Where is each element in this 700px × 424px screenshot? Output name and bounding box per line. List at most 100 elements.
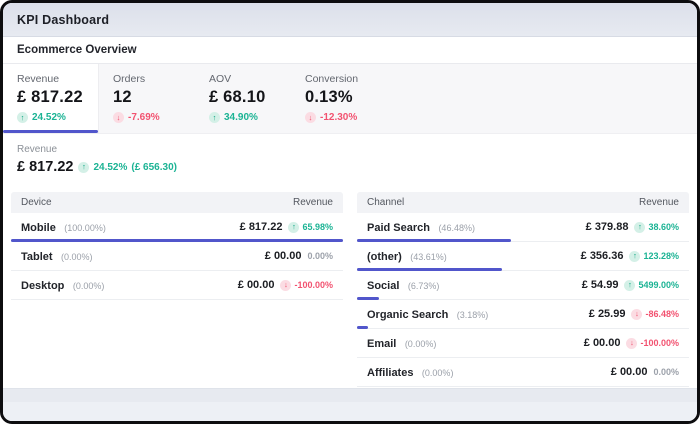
section-header: Ecommerce Overview	[3, 37, 697, 64]
row-value: £ 00.00	[610, 366, 648, 378]
row-label: Social (6.73%)	[367, 276, 439, 294]
row-label: Affiliates (0.00%)	[367, 363, 453, 381]
trend-down-icon: ↓	[305, 112, 316, 123]
kpi-tab-aov[interactable]: AOV £ 68.10 ↑ 34.90%	[195, 64, 291, 133]
row-value: £ 379.88	[585, 221, 629, 233]
row-label: (other) (43.61%)	[367, 247, 447, 265]
row-value: £ 356.36	[580, 250, 624, 262]
kpi-tab-orders[interactable]: Orders 12 ↓ -7.69%	[99, 64, 195, 133]
table-row-tablet: Tablet (0.00%) £ 00.00 0.00%	[11, 242, 343, 271]
footer-band-top	[3, 388, 697, 402]
kpi-tab-strip: Revenue £ 817.22 ↑ 24.52% Orders 12 ↓ -7…	[3, 64, 697, 134]
kpi-detail: Revenue £ 817.22 ↑ 24.52% (£ 656.30)	[3, 134, 697, 188]
breakdown-tables: Device Revenue Mobile (100.00%) £ 817.22…	[3, 188, 697, 387]
row-share: (100.00%)	[64, 223, 106, 233]
kpi-delta-value: 34.90%	[224, 112, 258, 123]
row-share: (0.00%)	[72, 281, 105, 291]
share-progress-bar	[357, 268, 502, 271]
trend-badge: 0.00%	[307, 251, 333, 261]
window-footer	[3, 388, 697, 421]
row-delta: -100.00%	[640, 338, 679, 348]
table-row-other: (other) (43.61%) £ 356.36 ↑ 123.28%	[357, 242, 689, 271]
trend-badge: ↑ 5499.00%	[624, 279, 679, 291]
trend-up-icon: ↑	[634, 221, 646, 233]
row-value: £ 00.00	[237, 279, 275, 291]
channel-table-header: Channel Revenue	[357, 192, 689, 213]
kpi-delta: ↓ -7.69%	[113, 112, 195, 123]
kpi-tab-revenue[interactable]: Revenue £ 817.22 ↑ 24.52%	[3, 64, 99, 133]
trend-badge: 0.00%	[653, 367, 679, 377]
row-value-group: £ 54.99 ↑ 5499.00%	[582, 279, 679, 291]
trend-up-icon: ↑	[288, 221, 300, 233]
table-row-email: Email (0.00%) £ 00.00 ↓ -100.00%	[357, 329, 689, 358]
window-title: KPI Dashboard	[17, 12, 110, 27]
row-name: Social	[367, 280, 400, 292]
kpi-delta: ↓ -12.30%	[305, 112, 387, 123]
section-title: Ecommerce Overview	[17, 44, 137, 56]
trend-up-icon: ↑	[629, 250, 641, 262]
detail-label: Revenue	[17, 144, 58, 155]
trend-up-icon: ↑	[17, 112, 28, 123]
kpi-delta: ↑ 24.52%	[17, 112, 98, 123]
row-name: Tablet	[21, 251, 53, 263]
trend-badge: ↓ -100.00%	[626, 337, 679, 349]
table-row-social: Social (6.73%) £ 54.99 ↑ 5499.00%	[357, 271, 689, 300]
dimension-column-header: Device	[21, 197, 52, 208]
row-name: Organic Search	[367, 309, 449, 321]
row-label: Email (0.00%)	[367, 334, 436, 352]
value-column-header: Revenue	[292, 197, 333, 208]
row-share: (0.00%)	[61, 252, 93, 262]
row-delta: 65.98%	[302, 222, 333, 232]
row-delta: -86.48%	[645, 309, 679, 319]
value-column-header: Revenue	[638, 197, 679, 208]
row-share: (43.61%)	[410, 252, 447, 262]
trend-badge: ↓ -100.00%	[280, 279, 333, 291]
row-delta: 0.00%	[307, 251, 333, 261]
row-name: (other)	[367, 251, 402, 263]
kpi-label: Orders	[113, 73, 146, 85]
detail-value-row: £ 817.22 ↑ 24.52% (£ 656.30)	[17, 159, 683, 175]
row-name: Mobile	[21, 222, 56, 234]
trend-badge: ↑ 123.28%	[629, 250, 679, 262]
row-share: (0.00%)	[421, 368, 454, 378]
row-value-group: £ 356.36 ↑ 123.28%	[581, 250, 679, 262]
row-name: Email	[367, 338, 397, 350]
row-name: Affiliates	[367, 367, 414, 379]
app-window: KPI Dashboard Ecommerce Overview Revenue…	[0, 0, 700, 424]
row-value: £ 817.22	[239, 221, 283, 233]
kpi-delta-value: -7.69%	[128, 112, 160, 123]
dimension-column-header: Channel	[367, 197, 405, 208]
row-delta: 38.60%	[648, 222, 679, 232]
trend-down-icon: ↓	[280, 279, 292, 291]
channel-table: Channel Revenue Paid Search (46.48%) £ 3…	[357, 192, 689, 387]
row-label: Desktop (0.00%)	[21, 276, 104, 294]
kpi-delta: ↑ 34.90%	[209, 112, 291, 123]
active-tab-indicator	[3, 130, 98, 133]
row-name: Paid Search	[367, 222, 430, 234]
row-label: Mobile (100.00%)	[21, 218, 106, 236]
trend-up-icon: ↑	[78, 161, 90, 173]
row-name: Desktop	[21, 280, 65, 292]
detail-delta-value: 24.52%	[93, 161, 128, 173]
kpi-label: Revenue	[17, 73, 60, 85]
row-value: £ 00.00	[264, 250, 302, 262]
row-value-group: £ 00.00 0.00%	[265, 250, 333, 262]
device-table: Device Revenue Mobile (100.00%) £ 817.22…	[11, 192, 343, 300]
trend-badge: ↑ 38.60%	[634, 221, 679, 233]
row-value-group: £ 00.00 0.00%	[611, 366, 679, 378]
row-share: (46.48%)	[438, 223, 475, 233]
detail-delta: ↑ 24.52% (£ 656.30)	[78, 161, 177, 173]
row-share: (3.18%)	[456, 310, 489, 320]
row-value-group: £ 25.99 ↓ -86.48%	[589, 308, 679, 320]
row-value-group: £ 817.22 ↑ 65.98%	[240, 221, 333, 233]
window-titlebar: KPI Dashboard	[3, 3, 697, 37]
kpi-value: 0.13%	[305, 88, 353, 106]
kpi-value: 12	[113, 88, 132, 106]
row-value-group: £ 00.00 ↓ -100.00%	[238, 279, 333, 291]
row-value: £ 54.99	[581, 279, 619, 291]
table-row-paid-search: Paid Search (46.48%) £ 379.88 ↑ 38.60%	[357, 213, 689, 242]
footer-band-bottom	[3, 402, 697, 421]
kpi-tab-conversion[interactable]: Conversion 0.13% ↓ -12.30%	[291, 64, 387, 133]
kpi-delta-value: -12.30%	[320, 112, 358, 123]
kpi-value: £ 817.22	[17, 88, 83, 106]
